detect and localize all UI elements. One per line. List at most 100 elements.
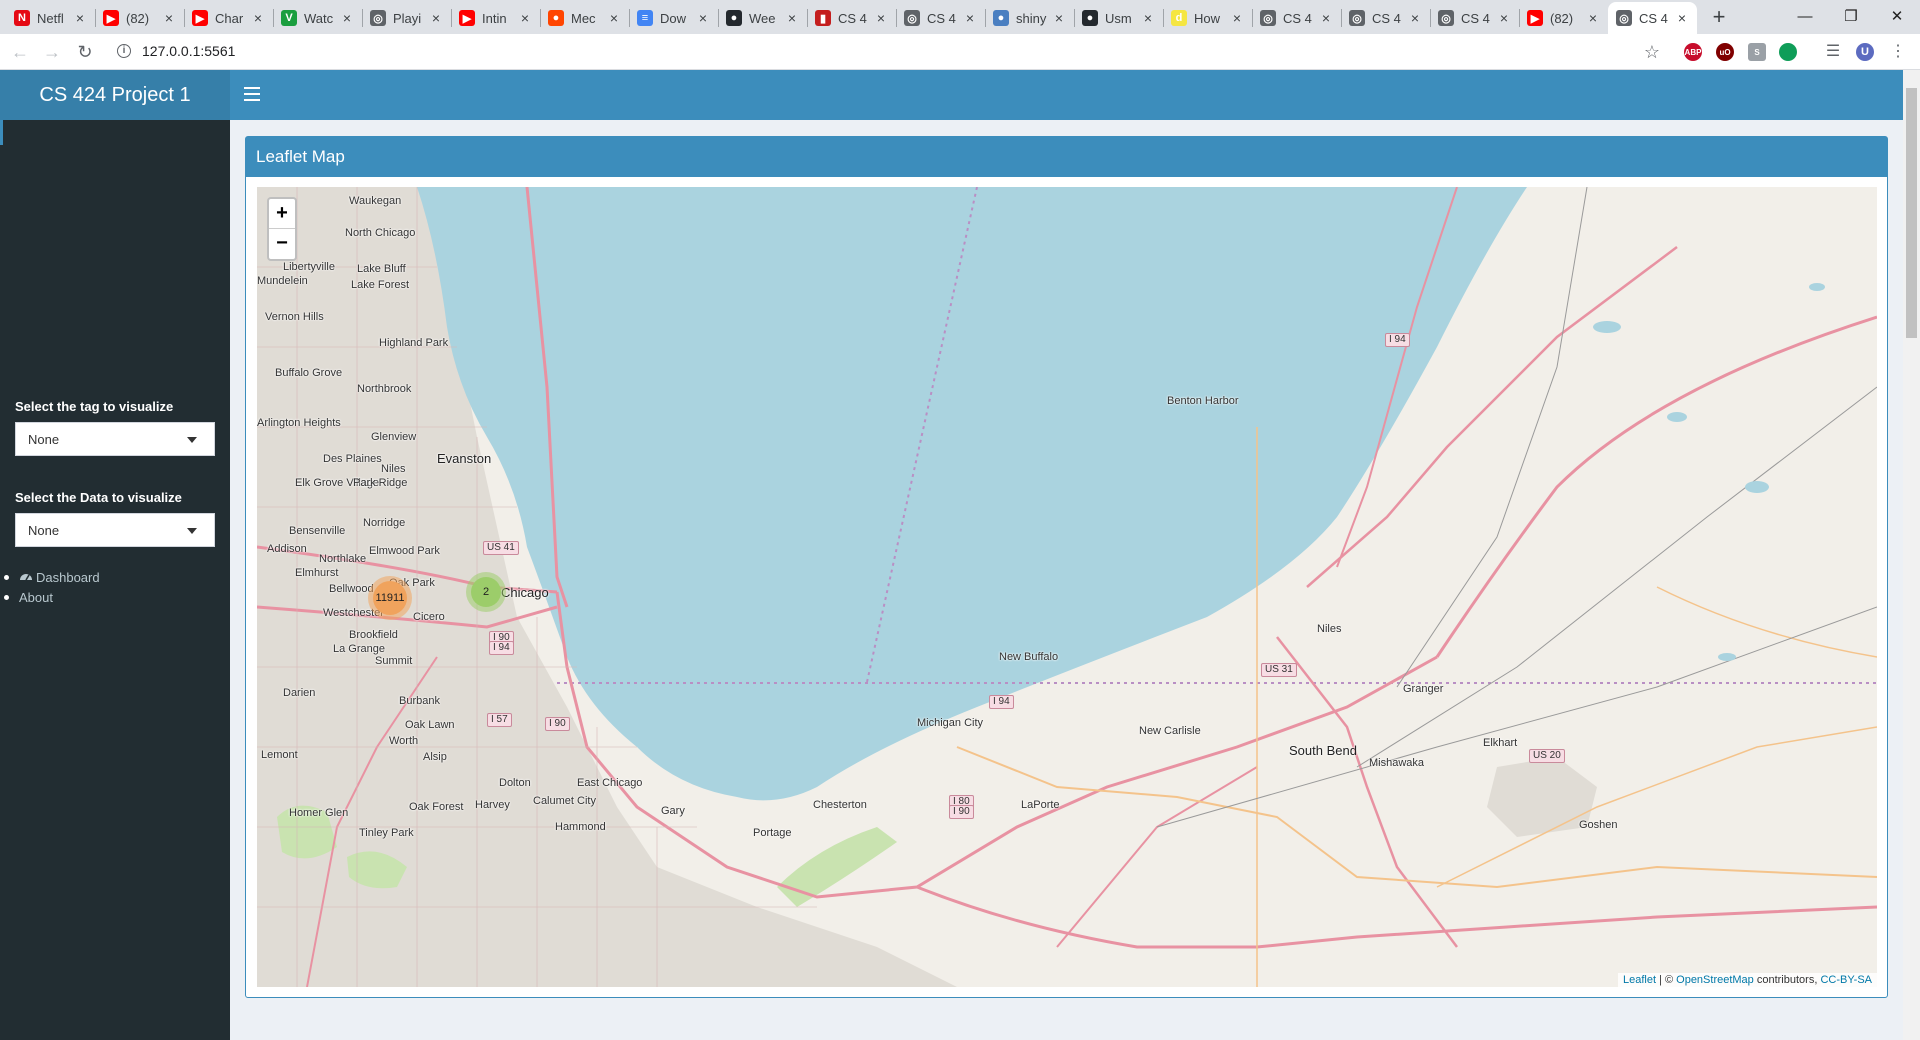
sidebar-toggle-icon[interactable]: [244, 84, 260, 106]
tab-close-icon[interactable]: ×: [696, 10, 710, 26]
tab-close-icon[interactable]: ×: [1141, 10, 1155, 26]
bookmark-star-icon[interactable]: ☆: [1640, 40, 1664, 64]
tag-select[interactable]: None: [15, 422, 215, 456]
tab-label: Playi: [393, 10, 422, 26]
attribution-text: contributors,: [1753, 974, 1821, 986]
bullet: [4, 574, 9, 580]
osm-link[interactable]: OpenStreetMap: [1676, 974, 1754, 986]
tab-close-icon[interactable]: ×: [1052, 10, 1066, 26]
place-label: Harvey: [475, 799, 510, 811]
browser-tab[interactable]: ◎ CS 4 ×: [1252, 2, 1341, 34]
browser-tab[interactable]: N Netfl ×: [6, 2, 95, 34]
tab-close-icon[interactable]: ×: [162, 10, 176, 26]
data-select[interactable]: None: [15, 513, 215, 547]
sidebar-item-about[interactable]: About: [4, 587, 100, 607]
tab-close-icon[interactable]: ×: [340, 10, 354, 26]
sidebar-item-dashboard[interactable]: Dashboard: [4, 567, 100, 587]
caret-down-icon: [187, 437, 197, 443]
browser-tab[interactable]: ▮ CS 4 ×: [807, 2, 896, 34]
adblock-icon[interactable]: ABP: [1684, 43, 1702, 61]
tab-close-icon[interactable]: ×: [1586, 10, 1600, 26]
place-label: Michigan City: [917, 717, 984, 729]
tab-close-icon[interactable]: ×: [1675, 10, 1689, 26]
extension-green-icon[interactable]: [1779, 43, 1797, 61]
restore-button[interactable]: ❐: [1828, 3, 1874, 29]
place-label: Mishawaka: [1369, 757, 1425, 769]
extension-gray-icon[interactable]: S: [1748, 43, 1766, 61]
profile-avatar[interactable]: U: [1856, 43, 1874, 61]
tab-close-icon[interactable]: ×: [1408, 10, 1422, 26]
back-icon[interactable]: ←: [8, 40, 32, 64]
browser-tab[interactable]: ◎ CS 4 ×: [1430, 2, 1519, 34]
leaflet-link[interactable]: Leaflet: [1623, 974, 1656, 986]
place-label: La Grange: [333, 643, 385, 655]
tab-close-icon[interactable]: ×: [1497, 10, 1511, 26]
browser-tab[interactable]: ● shiny ×: [985, 2, 1074, 34]
tab-close-icon[interactable]: ×: [1319, 10, 1333, 26]
zoom-in-button[interactable]: +: [269, 199, 295, 229]
tab-close-icon[interactable]: ×: [251, 10, 265, 26]
new-tab-button[interactable]: +: [1705, 4, 1733, 30]
license-link[interactable]: CC-BY-SA: [1820, 974, 1872, 986]
tab-close-icon[interactable]: ×: [429, 10, 443, 26]
cluster-count: 11911: [375, 592, 405, 604]
browser-tab[interactable]: ▶ Intin ×: [451, 2, 540, 34]
place-label: Libertyville: [283, 261, 335, 273]
github-icon: ●: [726, 10, 742, 26]
place-label: Addison: [267, 543, 307, 555]
browser-tab[interactable]: ▶ (82) ×: [1519, 2, 1608, 34]
marker-cluster-large[interactable]: 11911: [373, 581, 407, 615]
close-window-button[interactable]: ✕: [1874, 3, 1920, 29]
marker-cluster-small[interactable]: 2: [471, 577, 501, 607]
sidebar: Select the tag to visualize None Select …: [0, 120, 230, 1040]
zoom-out-button[interactable]: −: [269, 229, 295, 259]
globe-icon: ◎: [904, 10, 920, 26]
browser-tab[interactable]: ● Mec ×: [540, 2, 629, 34]
bullet: [4, 594, 9, 600]
place-label: East Chicago: [577, 777, 643, 789]
place-label: New Buffalo: [999, 651, 1059, 663]
browser-menu-icon[interactable]: ⋮: [1886, 40, 1910, 64]
tab-close-icon[interactable]: ×: [73, 10, 87, 26]
tab-close-icon[interactable]: ×: [874, 10, 888, 26]
browser-tab[interactable]: V Watc ×: [273, 2, 362, 34]
media-control-icon[interactable]: ☰: [1821, 40, 1845, 64]
reload-icon[interactable]: ↻: [73, 40, 97, 64]
tab-close-icon[interactable]: ×: [1230, 10, 1244, 26]
browser-tab[interactable]: ▶ (82) ×: [95, 2, 184, 34]
browser-tab[interactable]: ◎ Playi ×: [362, 2, 451, 34]
leaflet-map-box: Leaflet Map Waukegan North Chicago Liber…: [245, 136, 1888, 998]
tab-close-icon[interactable]: ×: [963, 10, 977, 26]
browser-tab[interactable]: ● Usm ×: [1074, 2, 1163, 34]
place-label: Lemont: [261, 749, 298, 761]
address-bar[interactable]: 127.0.0.1:5561: [142, 43, 235, 59]
browser-tab[interactable]: ▶ Char ×: [184, 2, 273, 34]
place-label: Northbrook: [357, 383, 412, 395]
browser-tab[interactable]: ◎ CS 4 ×: [1608, 2, 1697, 34]
tab-close-icon[interactable]: ×: [607, 10, 621, 26]
browser-tab[interactable]: d How ×: [1163, 2, 1252, 34]
browser-tab[interactable]: ● Wee ×: [718, 2, 807, 34]
forward-icon[interactable]: →: [40, 40, 64, 64]
place-label: Glenview: [371, 431, 417, 443]
ublock-icon[interactable]: uO: [1716, 43, 1734, 61]
browser-tab[interactable]: ≡ Dow ×: [629, 2, 718, 34]
browser-toolbar: ← → ↻ i 127.0.0.1:5561 ☆ ABP uO S ☰ U ⋮: [0, 34, 1920, 70]
highway-shield: I 90: [949, 805, 974, 819]
tab-close-icon[interactable]: ×: [518, 10, 532, 26]
place-label: South Bend: [1289, 743, 1357, 758]
site-info-icon[interactable]: i: [117, 44, 131, 58]
minimize-button[interactable]: —: [1782, 3, 1828, 29]
page-scrollbar[interactable]: [1903, 70, 1920, 1040]
place-label: LaPorte: [1021, 799, 1060, 811]
scrollbar-thumb[interactable]: [1906, 88, 1917, 338]
place-label: Dolton: [499, 777, 531, 789]
tab-close-icon[interactable]: ×: [785, 10, 799, 26]
dashboard-icon: [20, 574, 32, 581]
browser-tab[interactable]: ◎ CS 4 ×: [896, 2, 985, 34]
place-label: Lake Forest: [351, 279, 410, 291]
highway-shield: I 94: [989, 695, 1014, 709]
place-label: Chesterton: [813, 799, 867, 811]
leaflet-map[interactable]: Waukegan North Chicago Libertyville Lake Bl…: [257, 187, 1877, 987]
browser-tab[interactable]: ◎ CS 4 ×: [1341, 2, 1430, 34]
